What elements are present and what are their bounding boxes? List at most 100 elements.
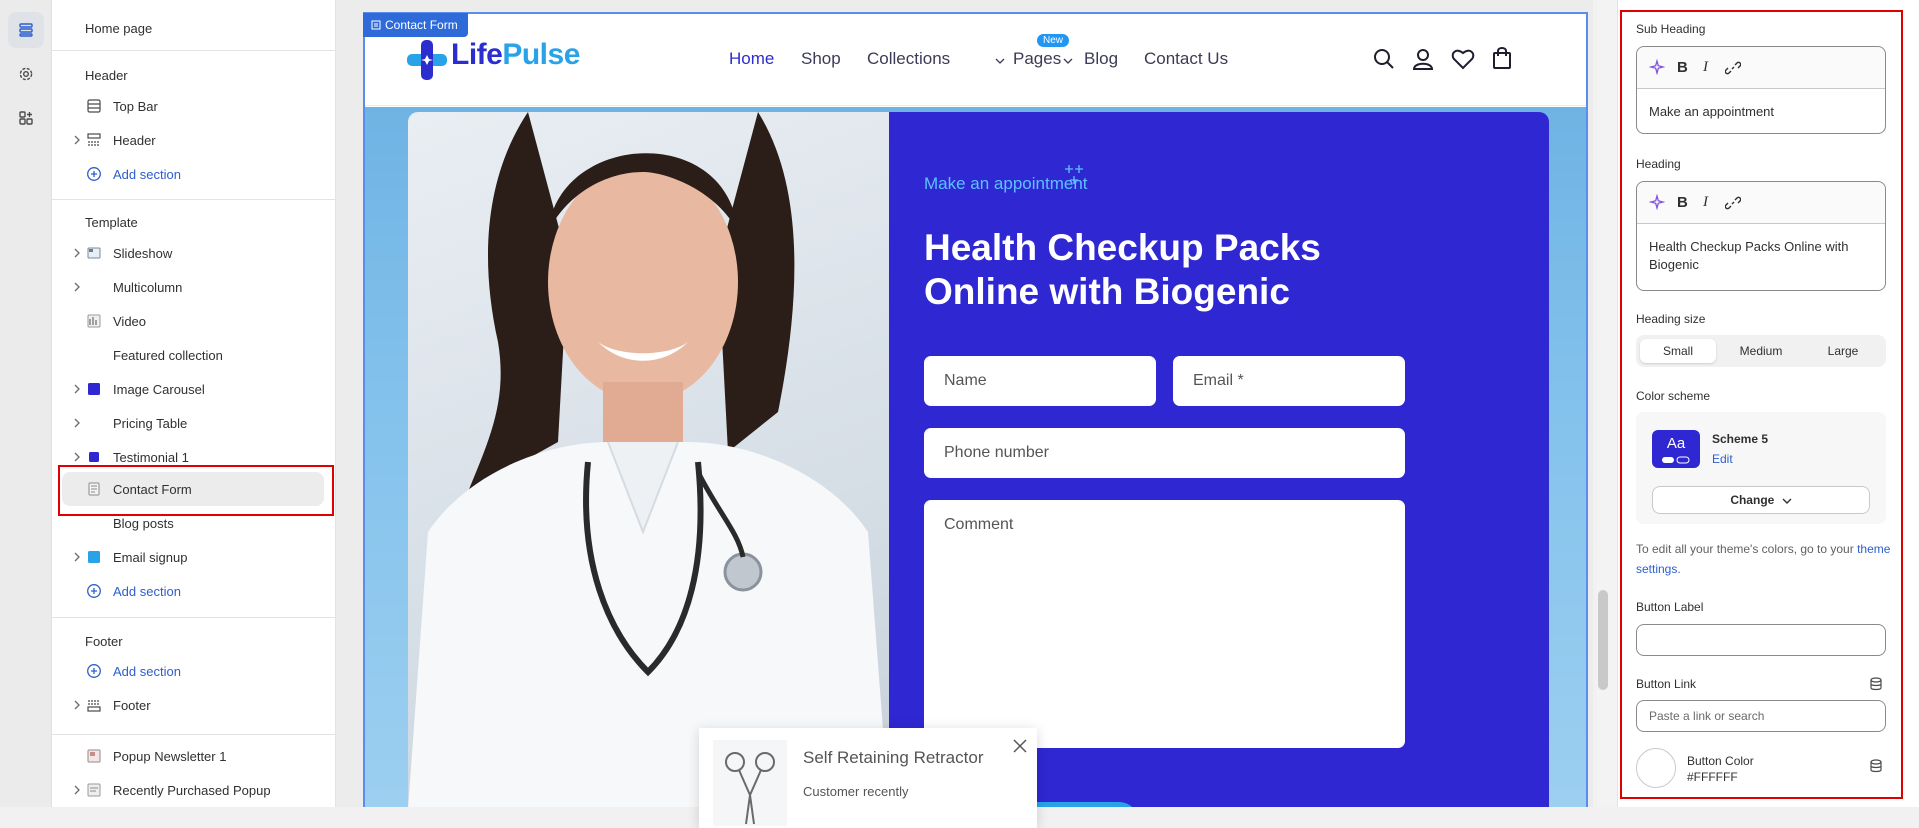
sidebar-item-pricing-table[interactable]: Pricing Table [52,407,335,439]
chevron-right-icon[interactable] [70,246,84,260]
logo-right: Pulse [502,38,580,71]
footer-icon [87,700,101,712]
sidebar-item-label: Email signup [113,550,188,565]
canvas-scrollbar-thumb[interactable] [1598,590,1608,690]
sidebar-item-label: Top Bar [113,99,158,114]
doctor-illustration [408,112,889,807]
slideshow-icon [87,247,101,259]
chevron-down-icon [995,58,1005,64]
sparkle-icon [1065,165,1083,184]
add-section-template-button[interactable]: Add section [52,575,335,607]
chevron-right-icon[interactable] [70,133,84,147]
settings-icon[interactable] [8,56,44,92]
nav-collections[interactable]: Collections [867,49,950,69]
logo-icon[interactable] [407,40,447,80]
logo-left: Life [451,38,503,71]
sidebar-item-header[interactable]: Header [52,124,335,156]
email-field[interactable]: Email * [1173,356,1405,406]
section-tag-label: Contact Form [385,18,458,32]
name-field[interactable]: Name [924,356,1156,406]
video-thumbnail-icon [87,314,101,328]
doctor-photo [408,112,889,807]
chevron-right-icon[interactable] [70,550,84,564]
inspector-highlight [1620,10,1903,799]
nav-blog[interactable]: Blog [1084,49,1118,69]
chevron-right-icon[interactable] [70,783,84,797]
sidebar-item-label: Footer [113,698,151,713]
sidebar-item-video[interactable]: Video [52,305,335,337]
chevron-right-icon[interactable] [70,280,84,294]
chevron-right-icon[interactable] [70,450,84,464]
cart-bag-icon[interactable] [1492,46,1512,70]
comment-field[interactable]: Comment [924,500,1405,748]
recently-purchased-icon [87,783,101,797]
chevron-right-icon[interactable] [70,698,84,712]
app-rail [0,0,52,807]
divider [52,734,335,735]
add-section-footer-button[interactable]: Add section [52,655,335,687]
nav-shop[interactable]: Shop [801,49,841,69]
sidebar-item-label: Recently Purchased Popup [113,783,271,798]
preview-canvas: LifePulse Home Shop Collections Pages Ne… [336,0,1593,828]
header-icon [87,133,101,146]
add-circle-icon [87,664,101,678]
sidebar-item-label: Multicolumn [113,280,183,295]
chevron-down-icon [1063,58,1073,64]
sidebar-item-label: Featured collection [113,348,223,363]
sidebar-item-label: Pricing Table [113,416,188,431]
sidebar-item-footer[interactable]: Footer [52,689,335,721]
testimonial-icon [89,452,99,462]
chevron-right-icon[interactable] [70,382,84,396]
sidebar-item-label: Image Carousel [113,382,205,397]
phone-field[interactable]: Phone number [924,428,1405,478]
close-icon[interactable] [1012,738,1028,754]
chevron-right-icon[interactable] [70,416,84,430]
page-title[interactable]: Home page [85,21,152,36]
new-badge: New [1037,34,1070,47]
sidebar-item-label: Header [113,133,156,148]
add-circle-icon [87,167,101,181]
sidebar-item-image-carousel[interactable]: Image Carousel [52,373,335,405]
sub-heading: Make an appointment [924,174,1088,193]
logo-wordmark[interactable]: LifePulse [451,38,580,72]
sidebar-item-top-bar[interactable]: Top Bar [52,90,335,122]
sidebar-item-email-signup[interactable]: Email signup [52,541,335,573]
sidebar-item-label: Slideshow [113,246,173,261]
footer-group-title: Footer [85,634,123,649]
nav-contact-us[interactable]: Contact Us [1144,49,1228,69]
recently-purchased-popup[interactable]: Self Retaining Retractor Customer recent… [699,728,1037,828]
sidebar-item-popup-newsletter[interactable]: Popup Newsletter 1 [52,740,335,772]
section-tag-icon [371,20,381,30]
divider [52,199,335,200]
sidebar-item-slideshow[interactable]: Slideshow [52,237,335,269]
divider [52,50,335,51]
account-icon[interactable] [1412,47,1434,71]
add-section-label: Add section [113,584,181,599]
sidebar-item-label: Video [113,314,147,329]
sidebar-item-multicolumn[interactable]: Multicolumn [52,271,335,303]
search-icon[interactable] [1372,47,1396,71]
apps-icon[interactable] [8,100,44,136]
contact-panel: Make an appointment Health Checkup Packs… [889,112,1549,807]
site-header: LifePulse Home Shop Collections Pages Ne… [365,14,1586,106]
section-heading: Health Checkup Packs Online with Biogeni… [924,227,1321,312]
add-circle-icon [87,584,101,598]
add-section-label: Add section [113,167,181,182]
preview-frame[interactable]: LifePulse Home Shop Collections Pages Ne… [363,12,1588,807]
header-group-title: Header [85,68,128,83]
sidebar-item-featured-collection[interactable]: Featured collection [52,339,335,371]
section-tag[interactable]: Contact Form [363,13,468,37]
sidebar-item-label: Testimonial 1 [113,450,189,465]
sidebar-item-label: Popup Newsletter 1 [113,749,227,764]
wishlist-heart-icon[interactable] [1451,48,1475,70]
section-sidebar: Home page Header Top Bar Header Add sect… [52,0,336,807]
sidebar-item-recently-purchased[interactable]: Recently Purchased Popup [52,774,335,806]
add-section-header-button[interactable]: Add section [52,158,335,190]
sidebar-item-label: Blog posts [113,516,174,531]
contact-form-highlight [58,465,334,516]
nav-pages[interactable]: Pages [1013,49,1061,69]
nav-home[interactable]: Home [729,49,774,69]
sections-icon[interactable] [8,12,44,48]
popup-title[interactable]: Self Retaining Retractor [803,748,983,768]
email-signup-icon [88,551,100,563]
